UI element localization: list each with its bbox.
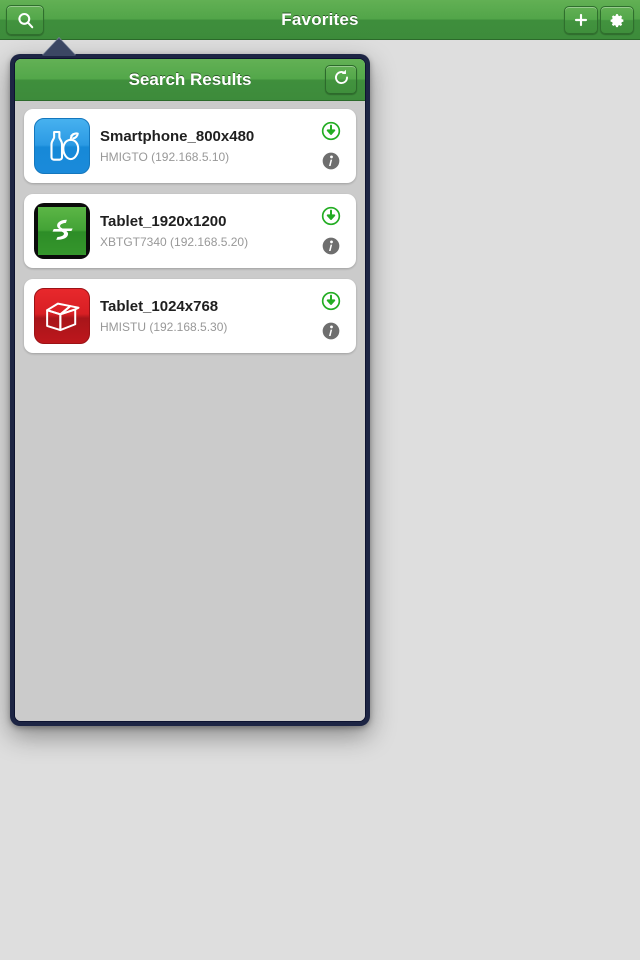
info-icon[interactable] [321, 321, 341, 341]
popover-header: Search Results [15, 59, 365, 101]
list-item-subtitle: HMIGTO (192.168.5.10) [100, 150, 230, 164]
search-results-list[interactable]: Smartphone_800x480 HMIGTO (192.168.5.10) [15, 101, 365, 721]
list-item[interactable]: Tablet_1920x1200 XBTGT7340 (192.168.5.20… [24, 194, 356, 268]
search-icon [16, 11, 35, 30]
info-icon[interactable] [321, 236, 341, 256]
list-item-subtitle: HMISTU (192.168.5.30) [100, 320, 228, 334]
open-box-icon [34, 288, 90, 344]
popover-title: Search Results [128, 69, 252, 89]
info-icon[interactable] [321, 151, 341, 171]
list-item-title: Tablet_1024x768 [100, 298, 219, 315]
list-item-subtitle: XBTGT7340 (192.168.5.20) [100, 235, 249, 249]
download-icon[interactable] [321, 206, 341, 226]
bottle-fruit-icon [34, 118, 90, 174]
gear-icon [609, 12, 626, 29]
page-title: Favorites [281, 9, 359, 29]
add-button[interactable] [564, 6, 598, 34]
download-icon[interactable] [321, 291, 341, 311]
list-item-title: Smartphone_800x480 [100, 128, 255, 145]
list-item[interactable]: Smartphone_800x480 HMIGTO (192.168.5.10) [24, 109, 356, 183]
search-button[interactable] [6, 5, 44, 35]
plus-icon [573, 12, 589, 28]
refresh-icon [332, 68, 351, 92]
top-navigation-bar: Favorites [0, 0, 640, 40]
settings-button[interactable] [600, 6, 634, 34]
list-item-title: Tablet_1920x1200 [100, 213, 227, 230]
list-item[interactable]: Tablet_1024x768 HMISTU (192.168.5.30) [24, 279, 356, 353]
download-icon[interactable] [321, 121, 341, 141]
search-results-popover: Search Results Smartphone_800x480 HMIGTO… [10, 54, 370, 726]
schneider-logo-icon [34, 203, 90, 259]
popover-pointer [42, 38, 76, 56]
refresh-button[interactable] [325, 65, 357, 94]
